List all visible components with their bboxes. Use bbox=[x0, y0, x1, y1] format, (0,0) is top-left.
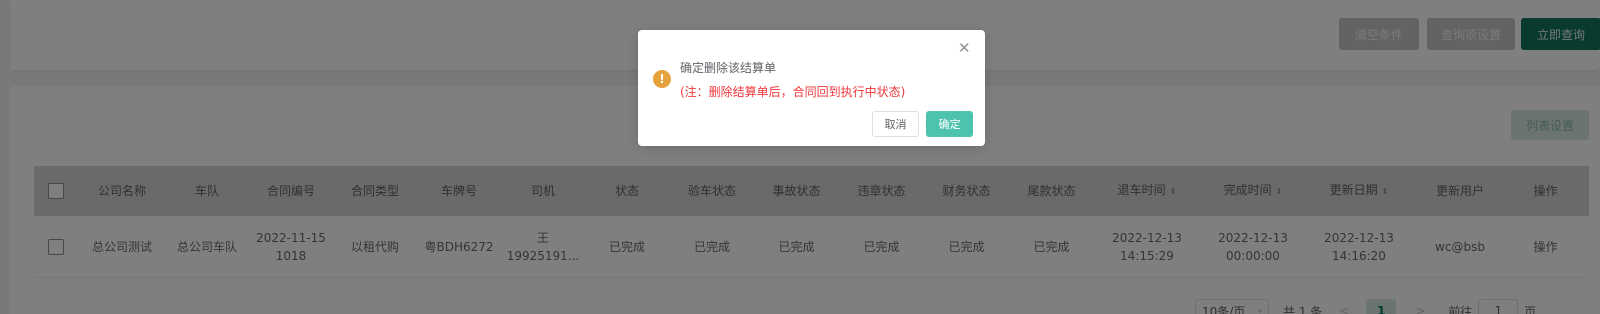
confirm-button[interactable]: 确定 bbox=[926, 111, 973, 137]
warning-icon: ! bbox=[653, 70, 671, 88]
cancel-button[interactable]: 取消 bbox=[872, 111, 919, 137]
dialog-note: (注：删除结算单后，合同回到执行中状态) bbox=[680, 85, 906, 99]
dialog-title: 确定删除该结算单 bbox=[680, 61, 777, 75]
close-icon[interactable]: ✕ bbox=[958, 40, 971, 56]
confirm-delete-dialog: ✕ ! 确定删除该结算单 (注：删除结算单后，合同回到执行中状态) 取消 确定 bbox=[638, 30, 985, 146]
